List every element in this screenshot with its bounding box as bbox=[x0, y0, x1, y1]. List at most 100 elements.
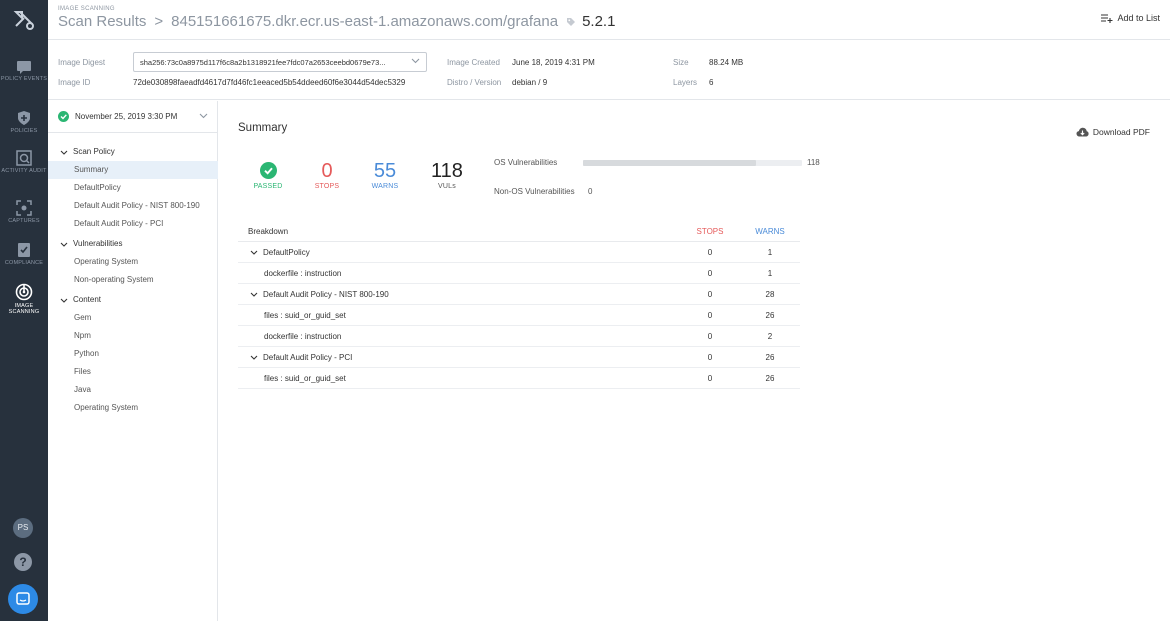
chevron-down-icon[interactable] bbox=[250, 250, 258, 255]
check-circle-icon bbox=[58, 111, 69, 122]
nav-item-gem[interactable]: Gem bbox=[48, 309, 218, 327]
nav-item-files[interactable]: Files bbox=[48, 363, 218, 381]
chevron-down-icon bbox=[60, 150, 68, 155]
chevron-down-icon bbox=[411, 58, 420, 64]
os-vulnerabilities-bar-fill bbox=[583, 160, 756, 166]
rail-item-policies[interactable]: POLICIES bbox=[0, 110, 48, 134]
chevron-down-icon bbox=[60, 298, 68, 303]
nav-item-python[interactable]: Python bbox=[48, 345, 218, 363]
app-logo-icon[interactable] bbox=[10, 6, 38, 34]
nav-group-vulnerabilities: Vulnerabilities Operating System Non-ope… bbox=[48, 235, 218, 289]
breakdown-row-name: Default Audit Policy - PCI bbox=[238, 353, 680, 362]
breakdown-row-name: Default Audit Policy - NIST 800-190 bbox=[238, 290, 680, 299]
nav-group-header[interactable]: Content bbox=[48, 291, 218, 309]
avatar[interactable]: PS bbox=[13, 518, 33, 538]
breakdown-row-name: files : suid_or_guid_set bbox=[238, 311, 680, 320]
breadcrumb-eyebrow: IMAGE SCANNING bbox=[58, 6, 115, 12]
left-rail: POLICY EVENTS POLICIES ACTIVITY AUDIT CA… bbox=[0, 0, 48, 621]
page-title: Summary bbox=[238, 122, 288, 134]
table-row: files : suid_or_guid_set 0 26 bbox=[238, 305, 800, 326]
radar-icon bbox=[15, 283, 33, 301]
breadcrumb-section[interactable]: Scan Results bbox=[58, 13, 146, 30]
stops-column-header: STOPS bbox=[696, 226, 724, 236]
image-digest-label: Image Digest bbox=[58, 58, 106, 67]
image-tag: 5.2.1 bbox=[582, 13, 616, 30]
breakdown-row-stops: 0 bbox=[707, 247, 713, 257]
nav-item-operating-system[interactable]: Operating System bbox=[48, 253, 218, 271]
breadcrumb: Scan Results > 845151661675.dkr.ecr.us-e… bbox=[58, 13, 615, 30]
warns-count: 55 bbox=[373, 160, 397, 182]
stops-count: 0 bbox=[321, 160, 333, 182]
rail-item-label: POLICIES bbox=[10, 128, 38, 134]
download-pdf-button[interactable]: Download PDF bbox=[1076, 127, 1150, 137]
chevron-down-icon bbox=[60, 242, 68, 247]
breakdown-row-warns: 26 bbox=[765, 373, 775, 383]
chevron-down-icon[interactable] bbox=[250, 355, 258, 360]
breakdown-row-stops: 0 bbox=[707, 331, 713, 341]
tag-icon bbox=[567, 17, 576, 26]
chevron-down-icon[interactable] bbox=[250, 292, 258, 297]
breadcrumb-separator: > bbox=[154, 13, 164, 30]
distro-label: Distro / Version bbox=[447, 78, 502, 87]
rail-item-compliance[interactable]: COMPLIANCE bbox=[0, 242, 48, 266]
rail-item-captures[interactable]: CAPTURES bbox=[0, 200, 48, 224]
table-row[interactable]: Default Audit Policy - NIST 800-190 0 28 bbox=[238, 284, 800, 305]
breakdown-row-label: dockerfile : instruction bbox=[264, 331, 342, 341]
nav-item-nist[interactable]: Default Audit Policy - NIST 800-190 bbox=[48, 197, 218, 215]
breakdown-row-name: dockerfile : instruction bbox=[238, 269, 680, 278]
rail-item-label: CAPTURES bbox=[8, 218, 40, 224]
table-row: dockerfile : instruction 0 1 bbox=[238, 263, 800, 284]
table-row[interactable]: DefaultPolicy 0 1 bbox=[238, 242, 800, 263]
nav-item-non-operating-system[interactable]: Non-operating System bbox=[48, 271, 218, 289]
nav-group-header[interactable]: Vulnerabilities bbox=[48, 235, 218, 253]
breakdown-row-name: dockerfile : instruction bbox=[238, 332, 680, 341]
nav-item-summary[interactable]: Summary bbox=[48, 161, 218, 179]
breakdown-row-stops: 0 bbox=[707, 268, 713, 278]
vuls-label: VULs bbox=[438, 183, 456, 190]
chat-launcher-button[interactable] bbox=[8, 584, 38, 614]
nav-group-header[interactable]: Scan Policy bbox=[48, 143, 218, 161]
nav-group-title: Scan Policy bbox=[73, 147, 115, 156]
rail-item-policy-events[interactable]: POLICY EVENTS bbox=[0, 60, 48, 82]
nav-group-scan-policy: Scan Policy Summary DefaultPolicy Defaul… bbox=[48, 143, 218, 233]
nav-item-npm[interactable]: Npm bbox=[48, 327, 218, 345]
scan-date-select[interactable]: November 25, 2019 3:30 PM bbox=[48, 101, 218, 133]
scan-date: November 25, 2019 3:30 PM bbox=[75, 112, 178, 121]
non-os-vulnerabilities-label: Non-OS Vulnerabilities bbox=[494, 187, 575, 196]
page-header: IMAGE SCANNING Scan Results > 8451516616… bbox=[48, 0, 1170, 40]
nav-item-default-policy[interactable]: DefaultPolicy bbox=[48, 179, 218, 197]
image-digest-select[interactable]: sha256:73c0a8975d117f6c8a2b1318921fee7fd… bbox=[133, 52, 427, 72]
image-id-value: 72de030898faeadfd4617d7fd46fc1eeaced5b54… bbox=[133, 78, 406, 87]
size-label: Size bbox=[673, 58, 689, 67]
image-metadata: Image Digest sha256:73c0a8975d117f6c8a2b… bbox=[48, 41, 1170, 100]
rail-item-image-scanning[interactable]: IMAGE SCANNING bbox=[0, 283, 48, 315]
breakdown-row-stops: 0 bbox=[707, 289, 713, 299]
add-to-list-label: Add to List bbox=[1117, 13, 1160, 23]
nav-group-title: Vulnerabilities bbox=[73, 239, 123, 248]
playlist-add-icon bbox=[1101, 13, 1113, 23]
nav-item-pci[interactable]: Default Audit Policy - PCI bbox=[48, 215, 218, 233]
breakdown-row-stops: 0 bbox=[707, 310, 713, 320]
breakdown-row-label: DefaultPolicy bbox=[263, 247, 310, 257]
layers-value: 6 bbox=[709, 78, 714, 87]
compliance-icon bbox=[18, 243, 30, 257]
nav-group-title: Content bbox=[73, 295, 102, 304]
distro-value: debian / 9 bbox=[512, 78, 548, 87]
nav-item-content-operating-system[interactable]: Operating System bbox=[48, 399, 218, 417]
activity-audit-icon bbox=[16, 150, 32, 166]
help-icon[interactable]: ? bbox=[14, 553, 32, 571]
warns-label: WARNS bbox=[371, 183, 399, 190]
layers-label: Layers bbox=[673, 78, 698, 87]
size-value: 88.24 MB bbox=[709, 58, 744, 67]
breakdown-row-warns: 1 bbox=[767, 247, 773, 257]
breakdown-header: Breakdown STOPS WARNS bbox=[238, 221, 800, 242]
breakdown-body: DefaultPolicy 0 1 dockerfile : instruction 0… bbox=[238, 242, 800, 389]
nav-item-java[interactable]: Java bbox=[48, 381, 218, 399]
passed-label: PASSED bbox=[253, 183, 283, 190]
rail-item-label: ACTIVITY AUDIT bbox=[1, 168, 47, 174]
add-to-list-button[interactable]: Add to List bbox=[1101, 13, 1160, 23]
message-icon bbox=[17, 61, 31, 74]
table-row[interactable]: Default Audit Policy - PCI 0 26 bbox=[238, 347, 800, 368]
vuls-count: 118 bbox=[431, 160, 463, 182]
rail-item-activity-audit[interactable]: ACTIVITY AUDIT bbox=[0, 150, 48, 174]
